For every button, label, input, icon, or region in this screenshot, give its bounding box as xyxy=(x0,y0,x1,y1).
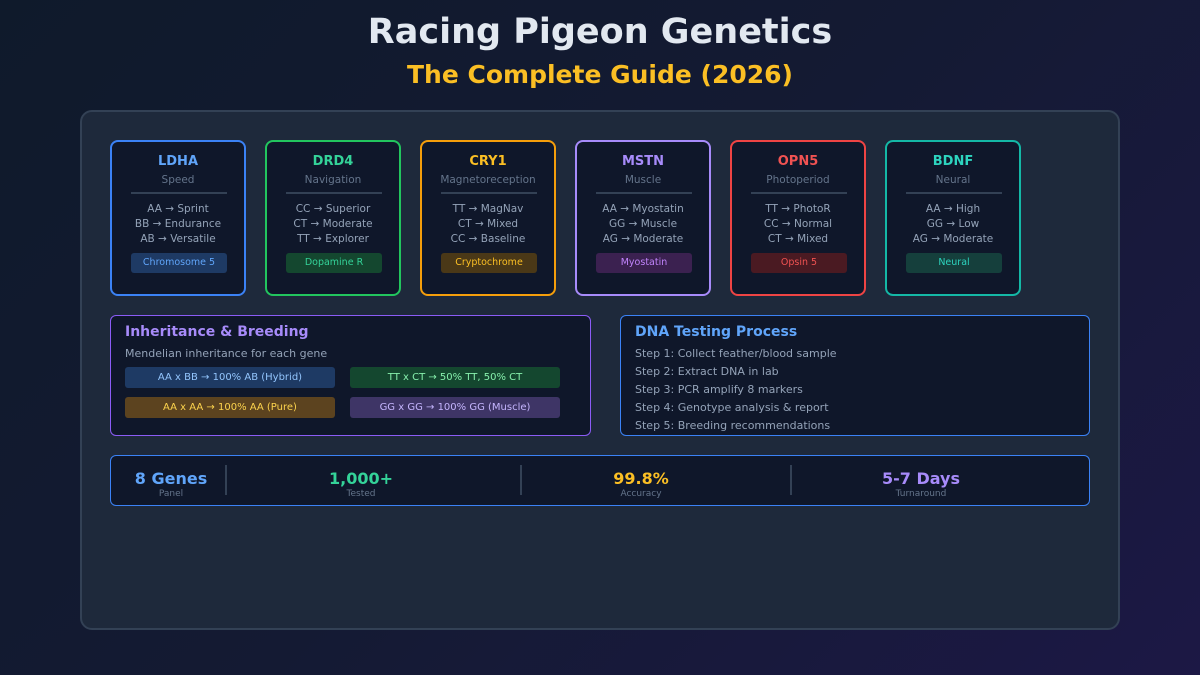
inheritance-box: Inheritance & Breeding Mendelian inherit… xyxy=(110,315,591,436)
stat-value: 8 Genes xyxy=(134,469,208,488)
cross-chip: GG x GG → 100% GG (Muscle) xyxy=(350,397,560,418)
gene-genotypes: AA → Sprint BB → Endurance AB → Versatil… xyxy=(112,202,244,247)
stat-divider xyxy=(520,465,522,495)
gene-genotypes: CC → Superior CT → Moderate TT → Explore… xyxy=(267,202,399,247)
stat-label: Tested xyxy=(346,489,376,499)
gene-card-mstn: MSTN Muscle AA → Myostatin GG → Muscle A… xyxy=(575,140,711,296)
page-subtitle: The Complete Guide (2026) xyxy=(407,60,793,89)
stat-tested: 1,000+ Tested xyxy=(301,469,421,499)
stat-value: 99.8% xyxy=(613,469,669,488)
genotype-line: TT → MagNav xyxy=(452,203,524,215)
gene-genotypes: TT → PhotoR CC → Normal CT → Mixed xyxy=(732,202,864,247)
gene-name: DRD4 xyxy=(312,154,354,169)
gene-genotypes: AA → High GG → Low AG → Moderate xyxy=(887,202,1019,247)
inheritance-subtitle: Mendelian inheritance for each gene xyxy=(125,347,328,360)
stat-divider xyxy=(225,465,227,495)
gene-tag: Chromosome 5 xyxy=(131,253,227,273)
gene-tag: Neural xyxy=(906,253,1002,273)
gene-name: LDHA xyxy=(157,154,198,169)
genotype-line: AA → Sprint xyxy=(147,203,209,215)
stat-value: 1,000+ xyxy=(328,469,393,488)
gene-trait: Speed xyxy=(161,174,195,186)
genotype-line: AG → Moderate xyxy=(912,233,994,245)
divider xyxy=(131,192,227,194)
genotype-line: TT → Explorer xyxy=(297,233,369,245)
stat-label: Accuracy xyxy=(620,489,662,499)
cross-chip: TT x CT → 50% TT, 50% CT xyxy=(350,367,560,388)
gene-card-opn5: OPN5 Photoperiod TT → PhotoR CC → Normal… xyxy=(730,140,866,296)
genotype-line: AB → Versatile xyxy=(140,233,216,245)
gene-card-cry1: CRY1 Magnetoreception TT → MagNav CT → M… xyxy=(420,140,556,296)
divider xyxy=(596,192,692,194)
genotype-line: CC → Baseline xyxy=(450,233,526,245)
dna-testing-box: DNA Testing Process Step 1: Collect feat… xyxy=(620,315,1090,436)
gene-trait: Navigation xyxy=(304,174,362,186)
gene-tag: Myostatin xyxy=(596,253,692,273)
gene-card-ldha: LDHA Speed AA → Sprint BB → Endurance AB… xyxy=(110,140,246,296)
genotype-line: TT → PhotoR xyxy=(765,203,831,215)
gene-genotypes: TT → MagNav CT → Mixed CC → Baseline xyxy=(422,202,554,247)
genotype-line: AA → Myostatin xyxy=(602,203,684,215)
stat-divider xyxy=(790,465,792,495)
gene-card-bdnf: BDNF Neural AA → High GG → Low AG → Mode… xyxy=(885,140,1021,296)
gene-tag: Cryptochrome xyxy=(441,253,537,273)
divider xyxy=(441,192,537,194)
stat-turnaround: 5-7 Days Turnaround xyxy=(861,469,981,499)
dna-testing-title: DNA Testing Process xyxy=(635,324,798,340)
genotype-line: BB → Endurance xyxy=(134,218,222,230)
page-title: Racing Pigeon Genetics xyxy=(367,12,833,52)
genotype-line: AA → High xyxy=(925,203,981,215)
gene-name: BDNF xyxy=(932,154,974,169)
genotype-line: CT → Moderate xyxy=(293,218,373,230)
divider xyxy=(286,192,382,194)
divider xyxy=(751,192,847,194)
dna-step: Step 4: Genotype analysis & report xyxy=(635,401,829,414)
genotype-line: CC → Normal xyxy=(763,218,833,230)
gene-tag: Opsin 5 xyxy=(751,253,847,273)
genotype-line: CC → Superior xyxy=(295,203,371,215)
cross-chip: AA x AA → 100% AA (Pure) xyxy=(125,397,335,418)
genotype-line: GG → Muscle xyxy=(608,218,678,230)
stat-value: 5-7 Days xyxy=(881,469,960,488)
cross-chip: AA x BB → 100% AB (Hybrid) xyxy=(125,367,335,388)
gene-trait: Photoperiod xyxy=(766,174,830,186)
gene-name: OPN5 xyxy=(777,154,819,169)
dna-step: Step 5: Breeding recommendations xyxy=(635,419,831,432)
gene-tag: Dopamine R xyxy=(286,253,382,273)
dna-step: Step 1: Collect feather/blood sample xyxy=(635,347,837,360)
dna-step: Step 2: Extract DNA in lab xyxy=(635,365,779,378)
stat-label: Panel xyxy=(158,489,184,499)
genotype-line: GG → Low xyxy=(926,218,980,230)
genotype-line: CT → Mixed xyxy=(457,218,519,230)
gene-trait: Muscle xyxy=(624,174,662,186)
gene-genotypes: AA → Myostatin GG → Muscle AG → Moderate xyxy=(577,202,709,247)
genotype-line: CT → Mixed xyxy=(767,233,829,245)
genotype-line: AG → Moderate xyxy=(602,233,684,245)
dna-step: Step 3: PCR amplify 8 markers xyxy=(635,383,803,396)
stat-accuracy: 99.8% Accuracy xyxy=(581,469,701,499)
gene-trait: Neural xyxy=(935,174,971,186)
gene-card-drd4: DRD4 Navigation CC → Superior CT → Moder… xyxy=(265,140,401,296)
gene-trait: Magnetoreception xyxy=(440,174,536,186)
gene-name: CRY1 xyxy=(469,154,507,169)
stat-genes: 8 Genes Panel xyxy=(121,469,221,499)
inheritance-title: Inheritance & Breeding xyxy=(125,324,309,340)
stat-label: Turnaround xyxy=(895,489,947,499)
divider xyxy=(906,192,1002,194)
gene-name: MSTN xyxy=(621,154,665,169)
stats-bar: 8 Genes Panel 1,000+ Tested 99.8% Accura… xyxy=(110,455,1090,506)
